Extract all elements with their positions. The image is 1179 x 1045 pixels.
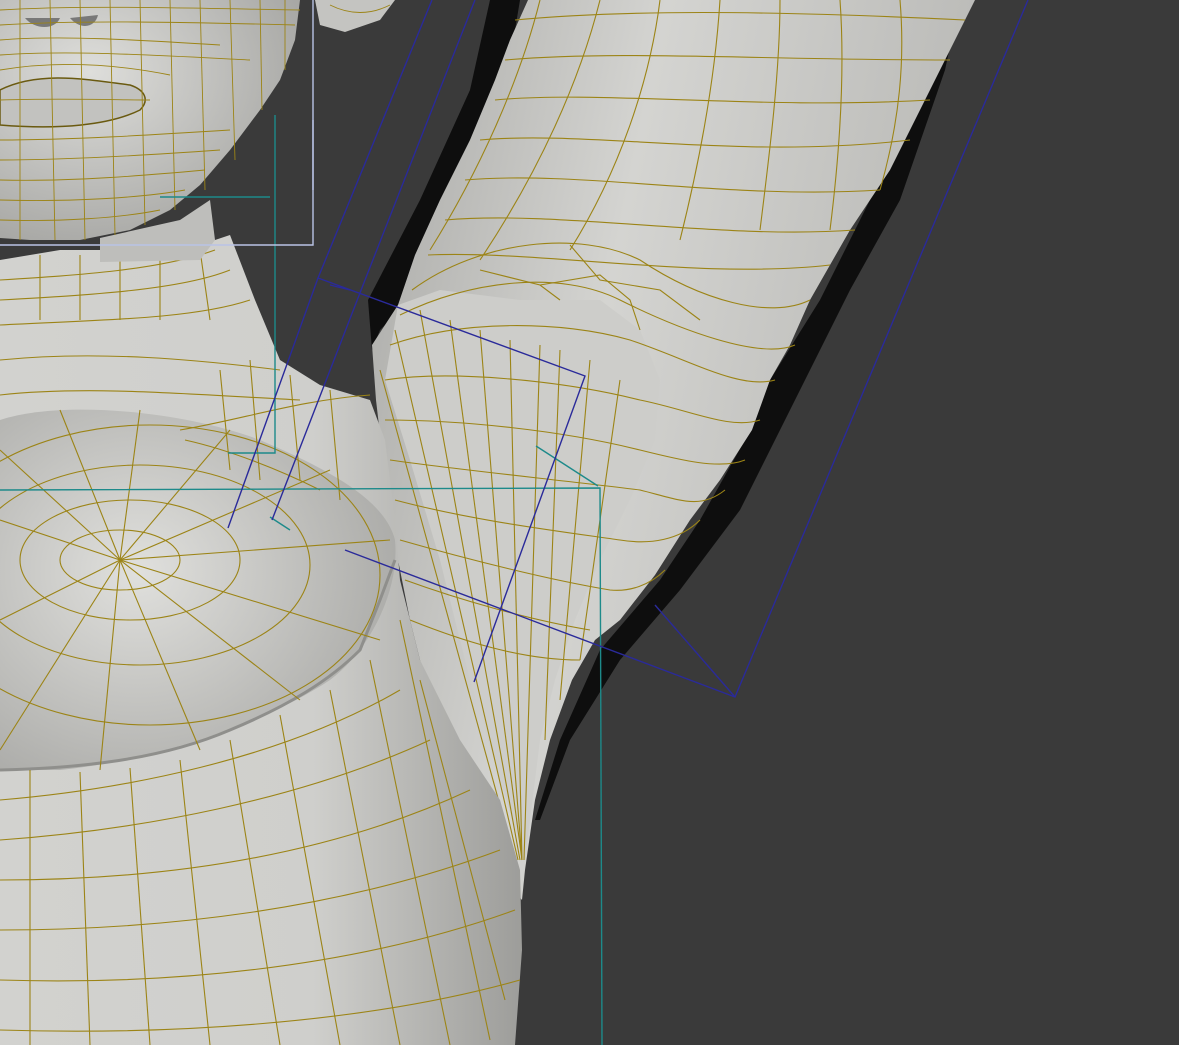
3d-viewport[interactable]: [0, 0, 1179, 1045]
viewport-canvas[interactable]: [0, 0, 1179, 1045]
